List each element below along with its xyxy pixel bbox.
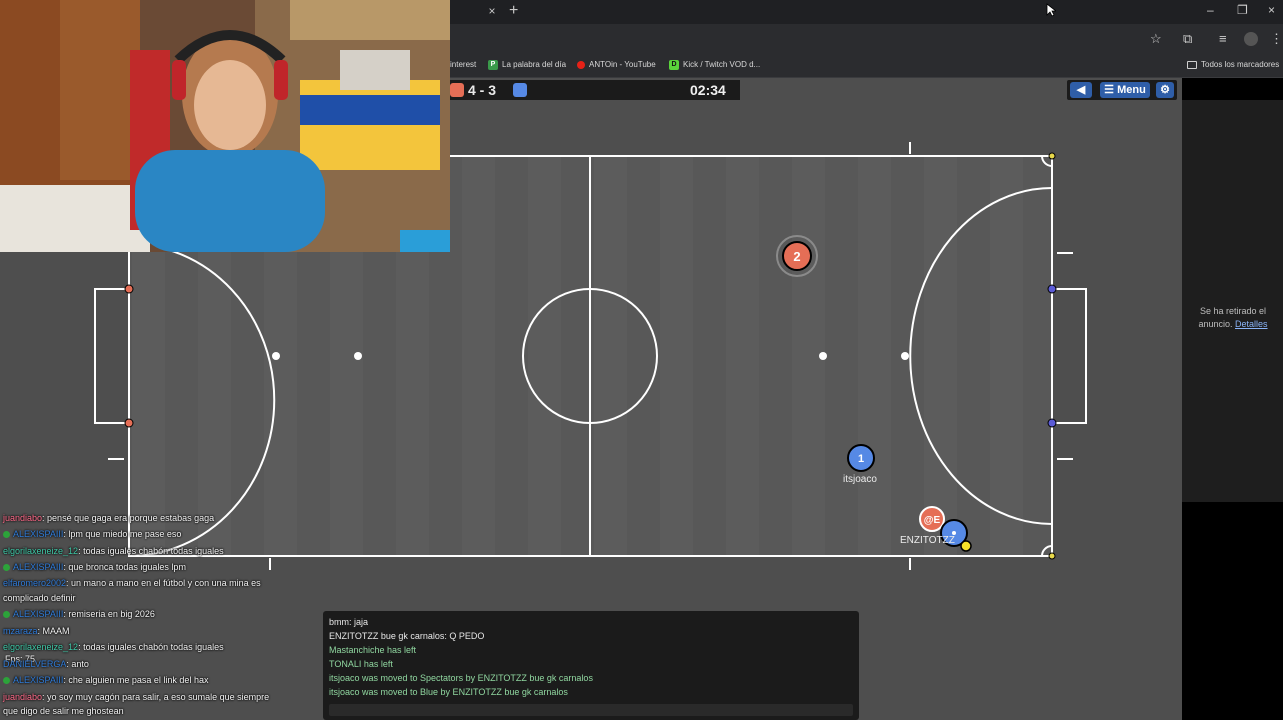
bookmark-star-icon[interactable]: ☆ [1150, 31, 1162, 47]
chat-message: que digo de salir me ghostean [3, 706, 124, 716]
penalty-spot [272, 352, 280, 360]
bookmark-favicon-icon: P [488, 60, 498, 70]
left-goal [94, 288, 129, 424]
chat-message: mzaraza: MAAM [3, 626, 70, 636]
extensions-icon[interactable]: ⧉ [1183, 31, 1192, 47]
blue-player-number: 1 [858, 453, 864, 465]
bookmark-item[interactable]: P La palabra del día [488, 59, 566, 71]
previous-icon[interactable]: ◀ [1070, 82, 1092, 98]
penalty-spot [354, 352, 362, 360]
new-tab-icon[interactable]: + [509, 2, 518, 20]
bookmark-item[interactable]: interest [450, 59, 476, 71]
webcam-overlay [0, 0, 450, 252]
blue-goal-post [1047, 418, 1057, 428]
chat-message: ALEXISPAIII: lpm que miedo me pase eso [3, 528, 181, 540]
webcam-image [0, 0, 450, 252]
chat-message: DANIELVERGA: anto [3, 659, 89, 669]
minimize-icon[interactable]: – [1207, 3, 1214, 17]
ad-removed-notice: Se ha retirado el anuncio. Detalles [1198, 306, 1268, 329]
penalty-spot [819, 352, 827, 360]
chat-message: ALEXISPAIII: que bronca todas iguales lp… [3, 561, 186, 573]
all-bookmarks-button[interactable]: Todos los marcadores [1187, 59, 1279, 71]
hamburger-icon: ☰ [1104, 84, 1115, 96]
corner-post [1048, 552, 1056, 560]
ad-details-link[interactable]: Detalles [1235, 319, 1268, 329]
game-chat-input[interactable] [329, 704, 853, 716]
ad-slot [1182, 100, 1283, 502]
game-chat-message: Mastanchiche has left [329, 645, 417, 655]
blue-goal-post [1047, 284, 1057, 294]
media-controls-icon[interactable]: ≡ [1219, 31, 1227, 47]
blue-team-color-icon [513, 83, 527, 97]
more-menu-icon[interactable]: ⋮ [1270, 31, 1283, 47]
chat-message: juandiabo: yo soy muy cagón para salir, … [3, 692, 270, 702]
game-chat-message: ENZITOTZZ bue gk carnalos: Q PEDO [329, 631, 485, 641]
player-name-label: ENZITOTZZ [900, 535, 955, 546]
red-team-color-icon [450, 83, 464, 97]
subscriber-badge-icon [3, 611, 10, 618]
ball [960, 540, 972, 552]
mouse-cursor-icon [1046, 3, 1056, 17]
youtube-icon [577, 61, 585, 69]
corner-post [1048, 152, 1056, 160]
score: 4 - 3 [468, 82, 497, 98]
game-chat-panel: bmm: jaja ENZITOTZZ bue gk carnalos: Q P… [323, 611, 859, 720]
tab-close-icon[interactable]: × [485, 4, 499, 18]
chat-message: ALEXISPAIII: che alguien me pasa el link… [3, 674, 208, 686]
subscriber-badge-icon [3, 564, 10, 571]
red-goal-post [124, 418, 134, 428]
match-timer: 02:34 [690, 82, 726, 98]
restore-icon[interactable]: ❐ [1237, 3, 1248, 17]
game-chat-message: itsjoaco was moved to Blue by ENZITOTZZ … [329, 687, 568, 697]
right-goal [1052, 288, 1087, 424]
player-name-label: itsjoaco [843, 474, 877, 485]
bookmark-item[interactable]: D Kick / Twitch VOD d... [669, 59, 760, 71]
chat-message: ALEXISPAIII: remiseria en big 2026 [3, 608, 155, 620]
screen: × + – ❐ × ☆ ⧉ ≡ ⋮ interest P La palabra … [0, 0, 1283, 720]
bookmark-item[interactable]: ANTOin - YouTube [577, 59, 656, 71]
penalty-spot [901, 352, 909, 360]
menu-button[interactable]: ☰ Menu [1100, 82, 1150, 98]
chat-message: elgorilaxeneize_12: todas iguales chabón… [3, 642, 224, 652]
profile-avatar-icon[interactable] [1244, 32, 1258, 46]
red-player-number: 2 [793, 249, 800, 264]
chat-message: elfaromero2002: un mano a mano en el fút… [3, 578, 261, 588]
settings-gear-icon[interactable]: ⚙ [1156, 82, 1174, 98]
bookmark-favicon-icon: D [669, 60, 679, 70]
subscriber-badge-icon [3, 677, 10, 684]
subscriber-badge-icon [3, 531, 10, 538]
game-chat-message: bmm: jaja [329, 617, 369, 627]
chat-message: juandiabo: pensé que gaga era porque est… [3, 513, 215, 523]
red-goalkeeper-avatar: @E [924, 515, 941, 526]
chat-message: complicado definir [3, 593, 76, 603]
red-goal-post [124, 284, 134, 294]
game-chat-message: itsjoaco was moved to Spectators by ENZI… [329, 673, 593, 683]
folder-icon [1187, 61, 1197, 69]
chat-message: elgorilaxeneize_12: todas iguales chabón… [3, 546, 224, 556]
menu-bar: ◀ ☰ Menu ⚙ [1067, 80, 1177, 100]
game-chat-message: TONALI has left [329, 659, 393, 669]
window-close-icon[interactable]: × [1268, 3, 1275, 17]
